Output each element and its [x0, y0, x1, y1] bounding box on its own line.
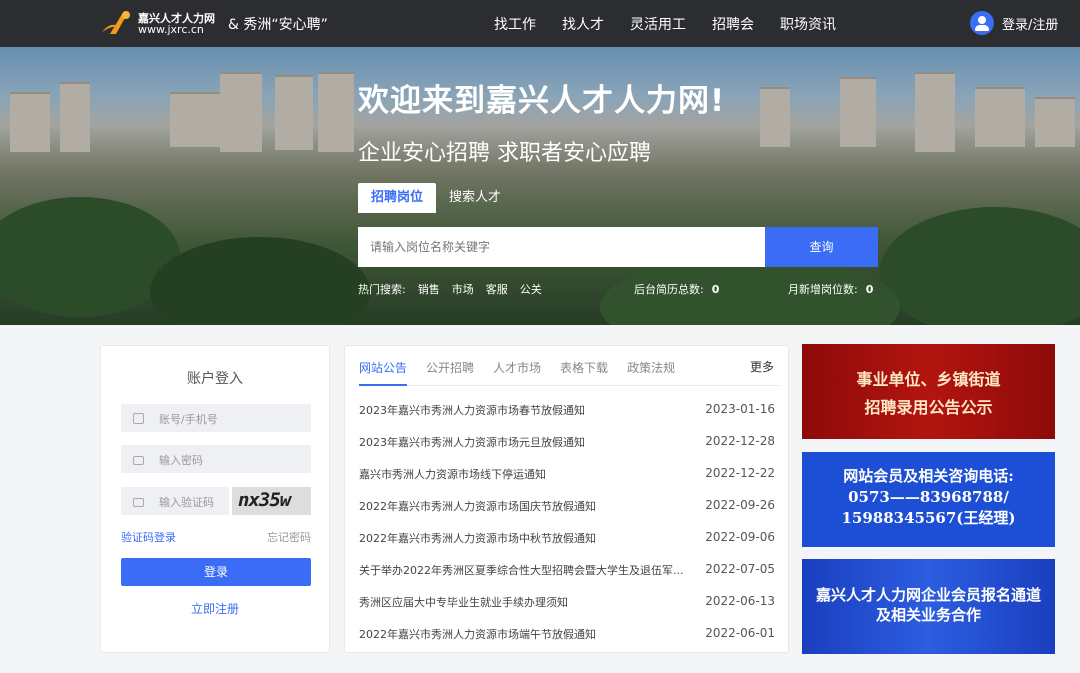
news-date: 2022-06-13 — [705, 594, 775, 608]
search-button[interactable]: 查询 — [765, 227, 878, 267]
password-field[interactable]: 输入密码 — [121, 445, 311, 473]
hero-banner: 欢迎来到嘉兴人才人力网! 企业安心招聘 求职者安心应聘 招聘岗位 搜索人才 查询… — [0, 47, 1080, 325]
hot-search-term[interactable]: 公关 — [520, 281, 542, 297]
captcha-placeholder: 输入验证码 — [159, 496, 214, 509]
banner-line: 招聘录用公告公示 — [864, 398, 993, 417]
header-slogan: & 秀洲“安心聘” — [228, 17, 328, 33]
hot-search-term[interactable]: 销售 — [418, 281, 440, 297]
banner-line: 嘉兴人才人力网企业会员报名通道 — [815, 586, 1041, 604]
account-field[interactable]: 账号/手机号 — [121, 404, 311, 432]
public-institution-banner[interactable]: 事业单位、乡镇街道 招聘录用公告公示 — [802, 344, 1055, 439]
password-placeholder: 输入密码 — [159, 454, 203, 467]
more-link[interactable]: 更多 — [750, 358, 774, 375]
banner-line: 及相关业务合作 — [875, 606, 981, 624]
main-nav: 找工作 找人才 灵活用工 招聘会 职场资讯 — [494, 14, 862, 34]
hot-search-term[interactable]: 市场 — [452, 281, 474, 297]
enterprise-membership-banner[interactable]: 嘉兴人才人力网企业会员报名通道 及相关业务合作 — [802, 559, 1055, 654]
captcha-image[interactable]: nx35w — [232, 487, 311, 515]
news-title[interactable]: 秀洲区应届大中专毕业生就业手续办理须知 — [359, 594, 689, 610]
logo-mark-icon — [102, 11, 130, 34]
site-logo[interactable]: 嘉兴人才人力网 www.jxrc.cn — [100, 8, 220, 38]
login-button[interactable]: 登录 — [121, 558, 311, 586]
login-panel: 账户登入 账号/手机号 输入密码 输入验证码 nx35w 验证码登录 忘记密码 … — [100, 345, 330, 653]
list-item[interactable]: 2022年嘉兴市秀洲人力资源市场中秋节放假通知 2022-09-06 — [359, 524, 775, 556]
news-date: 2022-12-22 — [705, 466, 775, 480]
lock-icon — [133, 498, 144, 507]
tab-site-announcements[interactable]: 网站公告 — [359, 358, 408, 386]
list-item[interactable]: 关于举办2022年秀洲区夏季综合性大型招聘会暨大学生及退伍军... 2022-07… — [359, 556, 775, 588]
list-item[interactable]: 2022年嘉兴市秀洲人力资源市场端午节放假通知 2022-06-01 — [359, 620, 775, 652]
news-title[interactable]: 关于举办2022年秀洲区夏季综合性大型招聘会暨大学生及退伍军... — [359, 562, 689, 578]
resume-total-stat: 后台简历总数: 0 — [634, 281, 719, 297]
hero-title: 欢迎来到嘉兴人才人力网! — [358, 83, 726, 119]
logo-url: www.jxrc.cn — [138, 23, 204, 36]
nav-flexible-employment[interactable]: 灵活用工 — [630, 14, 686, 34]
tab-form-downloads[interactable]: 表格下载 — [560, 358, 608, 386]
search-box: 查询 — [358, 227, 878, 267]
news-list: 2023年嘉兴市秀洲人力资源市场春节放假通知 2023-01-16 2023年嘉兴… — [359, 396, 775, 652]
new-jobs-value: 0 — [865, 283, 874, 296]
login-title: 账户登入 — [187, 371, 243, 387]
news-title[interactable]: 2022年嘉兴市秀洲人力资源市场国庆节放假通知 — [359, 498, 689, 514]
resume-total-value: 0 — [711, 283, 720, 296]
register-link[interactable]: 立即注册 — [101, 600, 329, 617]
news-title[interactable]: 2022年嘉兴市秀洲人力资源市场端午节放假通知 — [359, 626, 689, 642]
news-title[interactable]: 2023年嘉兴市秀洲人力资源市场春节放假通知 — [359, 402, 689, 418]
news-tabs: 网站公告 公开招聘 人才市场 表格下载 政策法规 — [359, 358, 781, 386]
captcha-text: nx35w — [238, 489, 291, 511]
tab-policies[interactable]: 政策法规 — [627, 358, 675, 386]
news-date: 2022-07-05 — [705, 562, 775, 576]
list-item[interactable]: 2023年嘉兴市秀洲人力资源市场元旦放假通知 2022-12-28 — [359, 428, 775, 460]
tab-talent-market[interactable]: 人才市场 — [493, 358, 541, 386]
news-title[interactable]: 2022年嘉兴市秀洲人力资源市场中秋节放假通知 — [359, 530, 689, 546]
list-item[interactable]: 2023年嘉兴市秀洲人力资源市场春节放假通知 2023-01-16 — [359, 396, 775, 428]
list-item[interactable]: 嘉兴市秀洲人力资源市场线下停运通知 2022-12-22 — [359, 460, 775, 492]
hot-searches: 热门搜索: 销售 市场 客服 公关 — [358, 281, 554, 297]
news-date: 2022-09-26 — [705, 498, 775, 512]
contact-banner[interactable]: 网站会员及相关咨询电话: 0573——83968788/ 15988345567… — [802, 452, 1055, 547]
tab-public-recruitment[interactable]: 公开招聘 — [426, 358, 474, 386]
news-date: 2023-01-16 — [705, 402, 775, 416]
top-navbar: 嘉兴人才人力网 www.jxrc.cn & 秀洲“安心聘” 找工作 找人才 灵活… — [0, 0, 1080, 47]
resume-total-label: 后台简历总数: — [634, 283, 704, 296]
banner-line: 网站会员及相关咨询电话: — [843, 467, 1014, 485]
nav-find-job[interactable]: 找工作 — [494, 14, 536, 34]
news-date: 2022-12-28 — [705, 434, 775, 448]
news-title[interactable]: 2023年嘉兴市秀洲人力资源市场元旦放假通知 — [359, 434, 689, 450]
tab-job-search[interactable]: 招聘岗位 — [358, 183, 437, 213]
news-date: 2022-06-01 — [705, 626, 775, 640]
new-jobs-stat: 月新增岗位数: 0 — [788, 281, 873, 297]
nav-job-fair[interactable]: 招聘会 — [712, 14, 754, 34]
login-register-link[interactable]: 登录/注册 — [1002, 14, 1058, 33]
list-item[interactable]: 秀洲区应届大中专毕业生就业手续办理须知 2022-06-13 — [359, 588, 775, 620]
news-date: 2022-09-06 — [705, 530, 775, 544]
hot-search-term[interactable]: 客服 — [486, 281, 508, 297]
hot-search-label: 热门搜索: — [358, 283, 406, 296]
hero-subtitle: 企业安心招聘 求职者安心应聘 — [358, 141, 651, 166]
news-panel: 网站公告 公开招聘 人才市场 表格下载 政策法规 更多 2023年嘉兴市秀洲人力… — [344, 345, 789, 653]
lock-icon — [133, 456, 144, 465]
banner-line: 事业单位、乡镇街道 — [856, 370, 1001, 389]
banner-line: 15988345567(王经理) — [841, 509, 1016, 527]
nav-career-news[interactable]: 职场资讯 — [780, 14, 836, 34]
nav-find-talent[interactable]: 找人才 — [562, 14, 604, 34]
search-tabs: 招聘岗位 搜索人才 — [358, 183, 514, 213]
forgot-password-link[interactable]: 忘记密码 — [267, 529, 311, 545]
sms-login-link[interactable]: 验证码登录 — [121, 529, 176, 545]
user-avatar-icon — [970, 11, 994, 35]
tab-talent-search[interactable]: 搜索人才 — [436, 183, 514, 213]
news-title[interactable]: 嘉兴市秀洲人力资源市场线下停运通知 — [359, 466, 689, 482]
user-icon — [133, 413, 144, 424]
captcha-field[interactable]: 输入验证码 — [121, 487, 229, 515]
header-login[interactable]: 登录/注册 — [970, 11, 1058, 35]
search-input[interactable] — [358, 227, 765, 267]
new-jobs-label: 月新增岗位数: — [788, 283, 858, 296]
banner-line: 0573——83968788/ — [848, 488, 1009, 506]
list-item[interactable]: 2022年嘉兴市秀洲人力资源市场国庆节放假通知 2022-09-26 — [359, 492, 775, 524]
account-placeholder: 账号/手机号 — [159, 413, 218, 426]
